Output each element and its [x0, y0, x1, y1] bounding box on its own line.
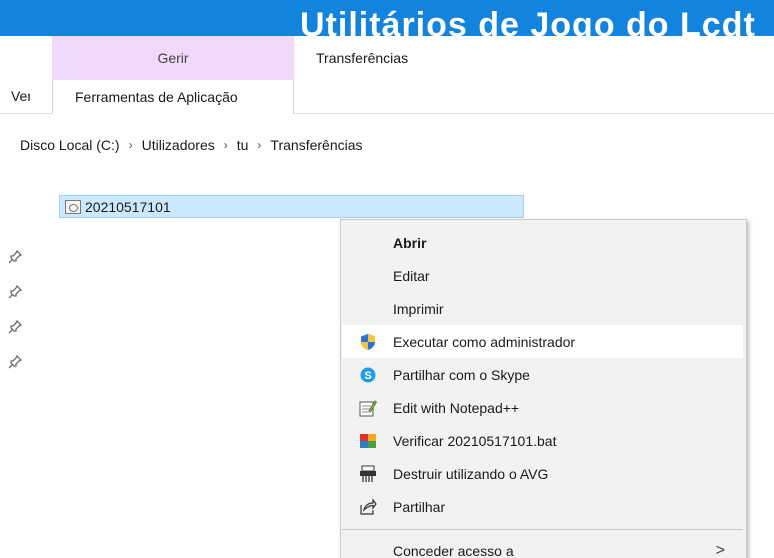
file-name: 20210517101	[85, 198, 171, 215]
menu-item-verificar-avg[interactable]: Verificar 20210517101.bat	[342, 424, 743, 457]
breadcrumb-item-tu[interactable]: tu	[237, 137, 249, 153]
menu-item-executar-como-administrador[interactable]: Executar como administrador	[342, 325, 743, 358]
menu-item-label: Verificar 20210517101.bat	[393, 432, 557, 449]
menu-item-imprimir[interactable]: Imprimir	[342, 292, 743, 325]
breadcrumb-item-disco-local[interactable]: Disco Local (C:)	[20, 137, 120, 153]
pin-icon[interactable]	[8, 319, 23, 334]
menu-item-label: Executar como administrador	[393, 333, 576, 350]
menu-item-label: Edit with Notepad++	[393, 399, 520, 416]
breadcrumb: Disco Local (C:) › Utilizadores › tu › T…	[0, 130, 363, 160]
window-title: Utilitários de Jogo do Lcdt	[300, 6, 756, 36]
menu-divider	[342, 529, 743, 530]
quick-access-pins	[8, 249, 23, 390]
chevron-right-icon: >	[715, 541, 725, 558]
menu-item-label: Partilhar	[393, 498, 446, 515]
tab-ferramentas-de-aplicacao[interactable]: Ferramentas de Aplicação	[52, 80, 294, 114]
menu-item-partilhar-com-o-skype[interactable]: S Partilhar com o Skype	[342, 358, 743, 391]
menu-item-abrir[interactable]: Abrir	[342, 226, 743, 259]
tab-gerir[interactable]: Gerir	[52, 36, 294, 80]
svg-text:S: S	[364, 370, 371, 382]
breadcrumb-separator[interactable]: ›	[257, 138, 261, 152]
tab-ver-label: Ver	[10, 88, 30, 104]
menu-item-label: Imprimir	[393, 300, 444, 317]
tab-transferencias[interactable]: Transferências	[316, 50, 408, 66]
menu-item-editar[interactable]: Editar	[342, 259, 743, 292]
pin-icon[interactable]	[8, 249, 23, 264]
breadcrumb-separator[interactable]: ›	[224, 138, 228, 152]
pin-icon[interactable]	[8, 354, 23, 369]
window-titlebar: Utilitários de Jogo do Lcdt	[0, 0, 774, 36]
menu-item-conceder-acesso-a[interactable]: Conceder acesso a >	[342, 534, 743, 558]
ribbon: Gerir Transferências Ver Ferramentas de …	[0, 36, 774, 114]
menu-item-label: Partilhar com o Skype	[393, 366, 530, 383]
context-menu: Abrir Editar Imprimir Executar como admi…	[340, 219, 747, 558]
menu-item-destruir-avg[interactable]: Destruir utilizando o AVG	[342, 457, 743, 490]
shredder-icon	[359, 465, 377, 483]
menu-item-label: Conceder acesso a	[393, 542, 514, 558]
menu-item-label: Abrir	[393, 234, 427, 251]
tab-ver[interactable]: Ver	[0, 88, 30, 104]
file-list-item[interactable]: 20210517101	[59, 195, 524, 218]
skype-icon: S	[359, 366, 377, 384]
breadcrumb-item-transferencias[interactable]: Transferências	[270, 137, 362, 153]
pin-icon[interactable]	[8, 284, 23, 299]
tab-gerir-label: Gerir	[157, 50, 189, 66]
menu-item-edit-with-notepad[interactable]: Edit with Notepad++	[342, 391, 743, 424]
menu-item-partilhar[interactable]: Partilhar	[342, 490, 743, 523]
share-icon	[359, 497, 377, 516]
batch-file-icon	[65, 199, 81, 214]
uac-shield-icon	[359, 333, 377, 351]
menu-item-label: Destruir utilizando o AVG	[393, 465, 549, 482]
menu-item-label: Editar	[393, 267, 430, 284]
avg-icon	[359, 432, 377, 450]
notepad-plus-plus-icon	[359, 399, 377, 417]
breadcrumb-separator[interactable]: ›	[129, 138, 133, 152]
breadcrumb-item-utilizadores[interactable]: Utilizadores	[142, 137, 215, 153]
